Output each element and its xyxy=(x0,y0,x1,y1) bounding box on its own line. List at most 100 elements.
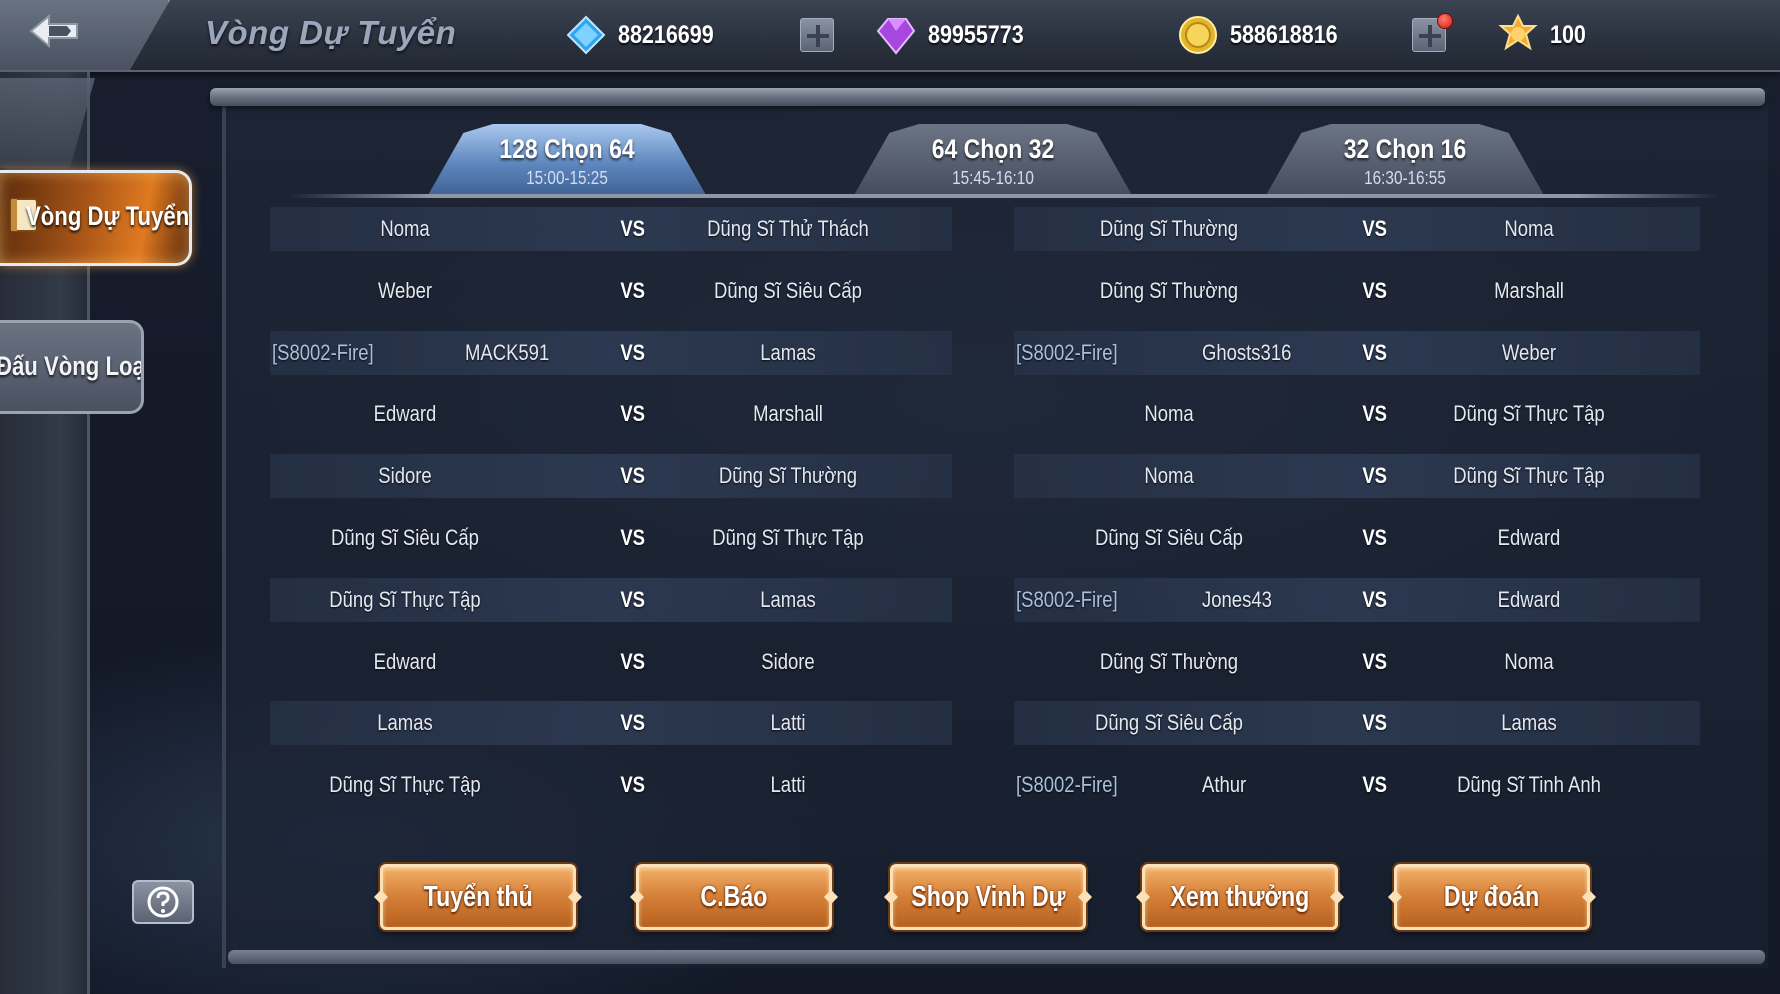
blue-diamond-icon xyxy=(564,13,608,57)
vs-label: VS xyxy=(1362,401,1388,426)
table-row: Dũng Sĩ Thường VS Noma xyxy=(1014,640,1700,684)
tab-round-name: 32 Chọn 16 xyxy=(1343,134,1467,164)
table-row: Noma VS Dũng Sĩ Thực Tập xyxy=(1014,392,1700,436)
vs-label: VS xyxy=(620,340,646,365)
player-2-name: Lamas xyxy=(760,340,816,365)
server-tag: [S8002-Fire] xyxy=(1016,587,1118,612)
vs-label: VS xyxy=(620,401,646,426)
table-row: Dũng Sĩ Thực Tập VS Lamas xyxy=(270,578,952,622)
gem-value: 89955773 xyxy=(928,20,1024,49)
player-2-name: Edward xyxy=(1497,587,1561,612)
top-bar: Vòng Dự Tuyển 88216699 89955773 58861881… xyxy=(0,0,1780,72)
table-row: Dũng Sĩ Siêu Cấp VS Dũng Sĩ Thực Tập xyxy=(270,516,952,560)
table-row: Noma VS Dũng Sĩ Thử Thách xyxy=(270,207,952,251)
player-2-name: Marshall xyxy=(753,401,823,426)
tab-round-64[interactable]: 64 Chọn 32 15:45-16:10 xyxy=(808,124,1178,198)
player-2-name: Marshall xyxy=(1494,278,1564,303)
gold-coin-icon xyxy=(1176,13,1220,57)
player-1-name: Noma xyxy=(1144,463,1194,488)
tab-round-32[interactable]: 32 Chọn 16 16:30-16:55 xyxy=(1220,124,1590,198)
button-label: C.Báo xyxy=(700,880,768,913)
purple-gem-icon xyxy=(874,13,918,57)
player-2-name: Weber xyxy=(1501,340,1557,365)
help-button[interactable] xyxy=(132,880,194,924)
sidebar-item-vong-du-tuyen[interactable]: Vòng Dự Tuyển xyxy=(0,170,192,266)
player-1-name: Noma xyxy=(380,216,430,241)
canh-bao-button[interactable]: C.Báo xyxy=(636,864,832,930)
player-1-name: Edward xyxy=(373,649,437,674)
du-doan-button[interactable]: Dự đoán xyxy=(1394,864,1590,930)
back-button[interactable] xyxy=(22,8,88,54)
player-1-name: Weber xyxy=(377,278,433,303)
player-2-name: Lamas xyxy=(760,587,816,612)
player-1-name: Dũng Sĩ Thực Tập xyxy=(329,587,481,612)
panel-top-border xyxy=(210,88,1765,106)
tab-round-time: 15:45-16:10 xyxy=(952,168,1034,188)
currency-gem: 89955773 xyxy=(874,12,1039,58)
add-currency-button[interactable] xyxy=(800,18,834,52)
vs-label: VS xyxy=(620,772,646,797)
vs-label: VS xyxy=(1362,463,1388,488)
vs-label: VS xyxy=(620,278,646,303)
question-icon xyxy=(147,886,179,918)
table-row: Edward VS Sidore xyxy=(270,640,952,684)
table-row: [S8002-Fire] Athur VS Dũng Sĩ Tinh Anh xyxy=(1014,763,1700,807)
button-label: Dự đoán xyxy=(1444,880,1540,913)
vs-label: VS xyxy=(1362,587,1388,612)
tab-round-name: 128 Chọn 64 xyxy=(499,134,635,164)
player-1-name: Noma xyxy=(1144,401,1194,426)
server-tag: [S8002-Fire] xyxy=(1016,340,1118,365)
player-1-name: Dũng Sĩ Thường xyxy=(1099,216,1239,241)
player-1-name: Jones43 xyxy=(1202,587,1272,612)
player-2-name: Noma xyxy=(1504,649,1554,674)
player-2-name: Latti xyxy=(770,710,806,735)
gold-value: 588618816 xyxy=(1230,20,1338,49)
vs-label: VS xyxy=(620,710,646,735)
sidebar-item-label: Vòng Dự Tuyển xyxy=(26,201,190,231)
table-row: Edward VS Marshall xyxy=(270,392,952,436)
tab-round-time: 15:00-15:25 xyxy=(526,168,608,188)
vs-label: VS xyxy=(1362,710,1388,735)
currency-gold: 588618816 xyxy=(1176,12,1355,58)
tab-round-time: 16:30-16:55 xyxy=(1364,168,1446,188)
table-row: [S8002-Fire] Ghosts316 VS Weber xyxy=(1014,331,1700,375)
xem-thuong-button[interactable]: Xem thưởng xyxy=(1142,864,1338,930)
button-label: Xem thưởng xyxy=(1170,880,1310,913)
player-2-name: Lamas xyxy=(1501,710,1557,735)
button-label: Tuyển thủ xyxy=(423,880,533,913)
player-1-name: Lamas xyxy=(377,710,433,735)
add-gold-button[interactable] xyxy=(1412,13,1453,52)
player-1-name: Ghosts316 xyxy=(1202,340,1292,365)
player-1-name: Dũng Sĩ Thường xyxy=(1099,649,1239,674)
currency-medal: 100 xyxy=(1496,12,1592,58)
vs-label: VS xyxy=(1362,772,1388,797)
table-row: Lamas VS Latti xyxy=(270,701,952,745)
player-2-name: Latti xyxy=(770,772,806,797)
server-tag: [S8002-Fire] xyxy=(1016,772,1118,797)
player-2-name: Dũng Sĩ Thử Thách xyxy=(707,216,869,241)
sidebar-item-label: Đấu Vòng Loại xyxy=(0,351,144,381)
vs-label: VS xyxy=(620,649,646,674)
vs-label: VS xyxy=(1362,216,1388,241)
player-1-name: Dũng Sĩ Thực Tập xyxy=(329,772,481,797)
player-2-name: Dũng Sĩ Siêu Cấp xyxy=(714,278,862,303)
vs-label: VS xyxy=(1362,649,1388,674)
player-2-name: Dũng Sĩ Thường xyxy=(718,463,858,488)
sidebar-item-dau-vong-loai[interactable]: Đấu Vòng Loại xyxy=(0,320,144,414)
table-row: Dũng Sĩ Siêu Cấp VS Lamas xyxy=(1014,701,1700,745)
diamond-value: 88216699 xyxy=(618,20,714,49)
table-row: [S8002-Fire] MACK591 VS Lamas xyxy=(270,331,952,375)
player-2-name: Dũng Sĩ Tinh Anh xyxy=(1457,772,1601,797)
tab-round-128[interactable]: 128 Chọn 64 15:00-15:25 xyxy=(382,124,752,198)
button-label: Shop Vinh Dự xyxy=(910,880,1066,913)
tab-round-name: 64 Chọn 32 xyxy=(931,134,1055,164)
server-tag: [S8002-Fire] xyxy=(272,340,374,365)
tab-rail xyxy=(290,194,1720,198)
tuyen-thu-button[interactable]: Tuyển thủ xyxy=(380,864,576,930)
vs-label: VS xyxy=(1362,278,1388,303)
table-row: [S8002-Fire] Jones43 VS Edward xyxy=(1014,578,1700,622)
player-2-name: Sidore xyxy=(761,649,815,674)
window-title: Vòng Dự Tuyển xyxy=(205,14,457,51)
shop-vinh-du-button[interactable]: Shop Vinh Dự xyxy=(890,864,1086,930)
player-1-name: Dũng Sĩ Siêu Cấp xyxy=(1095,710,1243,735)
